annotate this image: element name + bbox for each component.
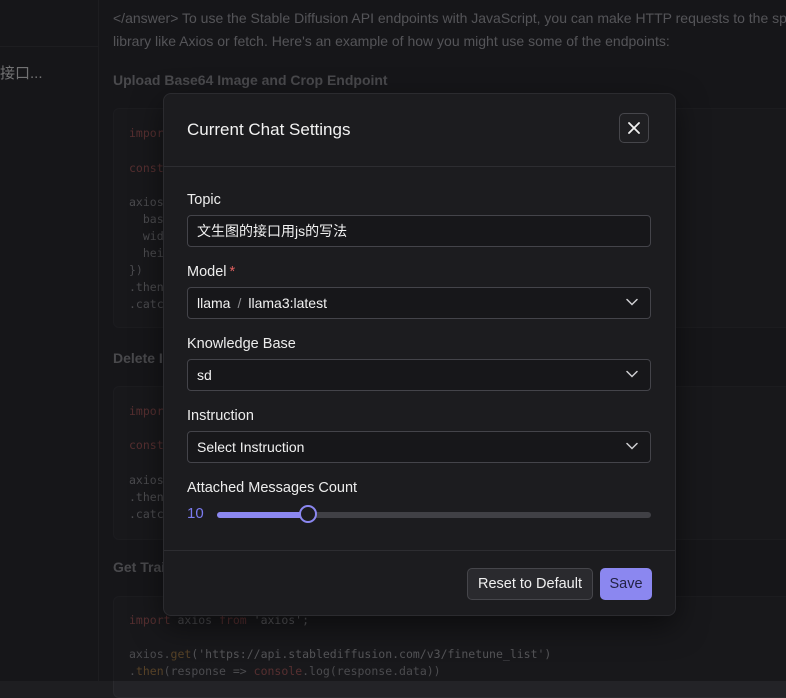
instruction-select[interactable]: Select Instruction	[187, 431, 651, 463]
close-button[interactable]	[619, 113, 649, 143]
chevron-down-icon	[626, 298, 638, 306]
required-marker: *	[229, 264, 236, 280]
model-provider: llama	[197, 295, 231, 311]
model-label: Model *	[187, 264, 236, 280]
messages-count-value: 10	[187, 505, 204, 522]
model-separator: /	[237, 295, 242, 311]
topic-label: Topic	[187, 192, 221, 208]
chevron-down-icon	[626, 370, 638, 378]
messages-count-label: Attached Messages Count	[187, 480, 358, 496]
topic-input[interactable]: 文生图的接口用js的写法	[187, 215, 651, 247]
instruction-label: Instruction	[187, 408, 254, 424]
model-name: llama3:latest	[248, 295, 327, 311]
chevron-down-icon	[626, 442, 638, 450]
model-select[interactable]: llama / llama3:latest	[187, 287, 651, 319]
reset-to-default-button[interactable]: Reset to Default	[467, 568, 593, 600]
slider-fill	[217, 512, 309, 518]
chat-settings-dialog: Current Chat Settings Topic 文生图的接口用js的写法…	[163, 93, 676, 616]
slider-thumb[interactable]	[299, 505, 318, 523]
dialog-footer-divider	[164, 550, 675, 551]
save-button[interactable]: Save	[600, 568, 652, 600]
messages-count-slider[interactable]	[217, 505, 651, 523]
dialog-header: Current Chat Settings	[164, 94, 675, 167]
close-icon	[628, 122, 640, 134]
knowledge-base-value: sd	[197, 367, 212, 383]
knowledge-base-select[interactable]: sd	[187, 359, 651, 391]
dialog-title: Current Chat Settings	[187, 120, 351, 139]
knowledge-base-label: Knowledge Base	[187, 336, 296, 352]
instruction-value: Select Instruction	[197, 439, 305, 455]
